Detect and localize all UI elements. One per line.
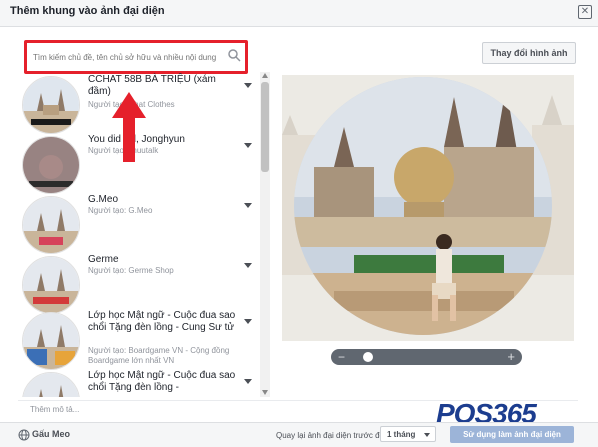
chevron-down-icon[interactable]: [242, 80, 254, 90]
frame-author: Người tạo: Boardgame VN - Cộng đồng Boar…: [88, 346, 230, 365]
frame-author: Người tạo: G.Meo: [88, 206, 153, 215]
chevron-down-icon[interactable]: [242, 200, 254, 210]
scroll-up-icon[interactable]: [262, 73, 268, 78]
zoom-slider[interactable]: − +: [331, 349, 522, 365]
frame-author: Người tạo: Germe Shop: [88, 266, 174, 275]
list-item[interactable]: G.Meo Người tạo: G.Meo: [18, 192, 254, 254]
chevron-down-icon[interactable]: [242, 376, 254, 386]
list-item[interactable]: Lớp học Mật ngữ - Cuộc đua sao chổi Tặng…: [18, 368, 254, 397]
frame-thumbnail: [22, 196, 80, 254]
chevron-down-icon: [424, 433, 430, 437]
search-input[interactable]: [31, 49, 225, 65]
frame-thumbnail: [22, 312, 80, 370]
chevron-down-icon[interactable]: [242, 316, 254, 326]
zoom-out-icon[interactable]: −: [338, 350, 345, 364]
audience-selector[interactable]: Gấu Meo: [32, 429, 70, 439]
change-image-button[interactable]: Thay đổi hình ảnh: [482, 42, 576, 64]
scroll-down-icon[interactable]: [262, 390, 268, 395]
frame-title: Lớp học Mật ngữ - Cuộc đua sao chổi Tặng…: [88, 310, 236, 333]
frame-thumbnail: [22, 256, 80, 314]
red-arrow-up: [112, 92, 146, 162]
duration-select[interactable]: 1 tháng: [380, 426, 436, 442]
caption-input[interactable]: Thêm mô tả...: [30, 405, 79, 414]
list-item[interactable]: Germe Người tạo: Germe Shop: [18, 252, 254, 314]
zoom-in-icon[interactable]: +: [507, 349, 515, 364]
chevron-down-icon[interactable]: [242, 140, 254, 150]
profile-photo[interactable]: [294, 77, 552, 335]
frame-thumbnail: [22, 76, 80, 134]
frame-title: CCHAT 58B BÀ TRIỆU (xám đầm): [88, 74, 216, 97]
zoom-slider-knob[interactable]: [363, 352, 374, 362]
revert-label: Quay lại ảnh đại diện trước đó: [276, 431, 384, 440]
frame-title: You did it ll, Jonghyun: [88, 134, 185, 145]
dialog-footer: Gấu Meo Quay lại ảnh đại diện trước đó 1…: [0, 422, 598, 447]
duration-value: 1 tháng: [387, 430, 416, 439]
scroll-thumb[interactable]: [261, 82, 269, 172]
use-as-profile-button[interactable]: Sử dụng làm ảnh đại diện: [450, 426, 574, 443]
frame-title: Lớp học Mật ngữ - Cuộc đua sao chổi Tặng…: [88, 370, 236, 393]
frame-title: Germe: [88, 254, 119, 265]
chevron-down-icon[interactable]: [242, 260, 254, 270]
dialog-header: Thêm khung vào ảnh đại diện ✕: [0, 0, 598, 27]
frame-author: Người tạo: shuutalk: [88, 146, 159, 155]
search-box: [24, 40, 248, 74]
profile-preview: [282, 75, 574, 341]
frame-thumbnail: [22, 136, 80, 194]
list-scrollbar[interactable]: [260, 72, 270, 397]
search-icon[interactable]: [227, 48, 241, 62]
frame-title: G.Meo: [88, 194, 119, 205]
list-item[interactable]: Lớp học Mật ngữ - Cuộc đua sao chổi Tặng…: [18, 308, 254, 374]
dialog-title: Thêm khung vào ảnh đại diện: [10, 5, 165, 17]
globe-icon: [18, 429, 30, 441]
frame-thumbnail: [22, 372, 80, 397]
close-icon[interactable]: ✕: [578, 5, 592, 19]
frame-author: Người tạo: Chat Clothes: [88, 100, 175, 109]
